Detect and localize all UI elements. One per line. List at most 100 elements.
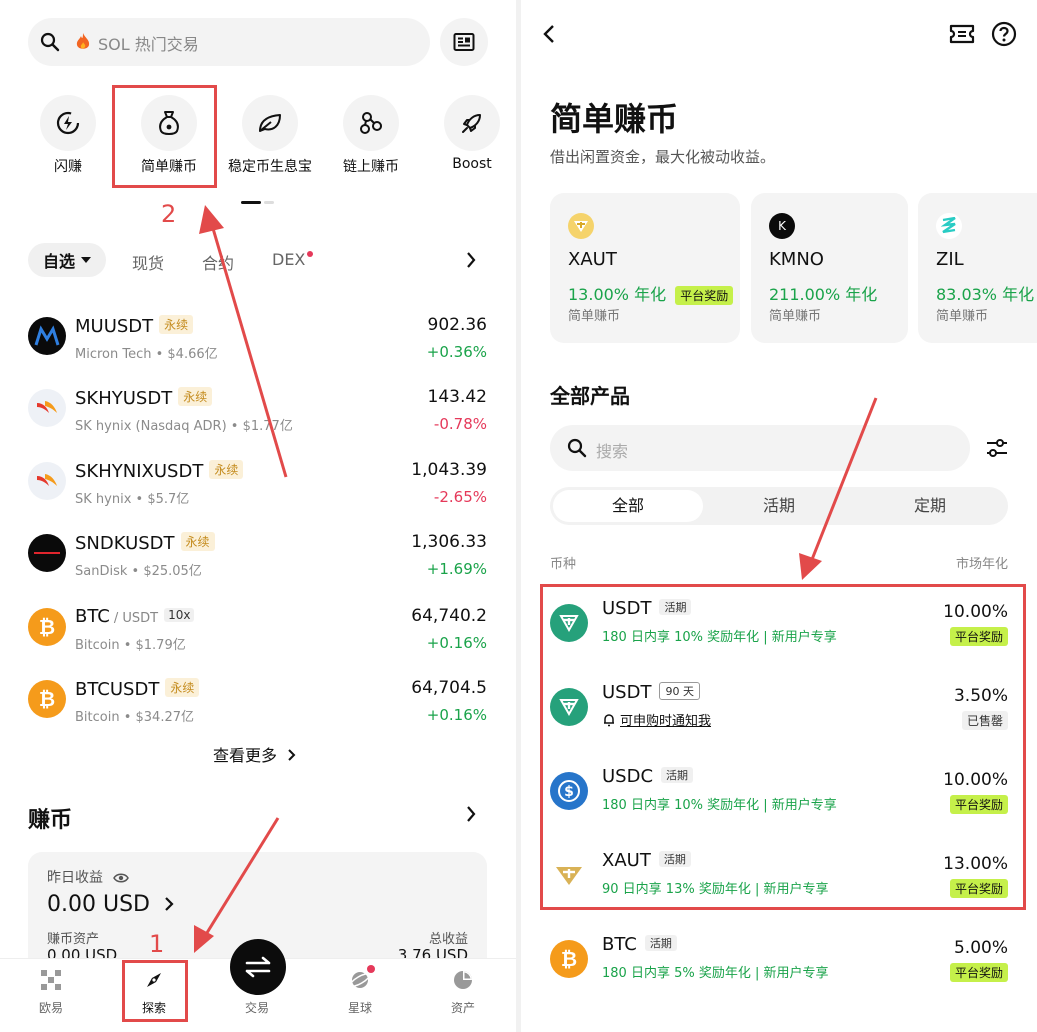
tab-futures[interactable]: 合约 — [202, 250, 234, 274]
filter-sliders-icon[interactable] — [985, 437, 1009, 459]
column-rate: 市场年化 — [955, 557, 1008, 572]
featured-name: XAUT — [568, 249, 617, 270]
quick-action-stablecoin-yield[interactable]: 稳定币生息宝 — [220, 95, 320, 176]
news-button[interactable] — [440, 18, 488, 66]
market-subtitle: SK hynix • $5.7亿 — [75, 492, 190, 507]
nav-planet[interactable]: 星球 — [320, 965, 400, 1016]
market-change: -2.65% — [433, 488, 487, 506]
earn-section-title: 赚币 — [28, 808, 73, 833]
featured-rate: 13.00% 年化 — [568, 285, 667, 304]
rocket-icon — [462, 114, 481, 133]
search-placeholder: SOL 热门交易 — [98, 35, 199, 54]
xaut-logo-icon — [568, 213, 594, 239]
highlight-simple-earn — [112, 85, 217, 188]
featured-type: 简单赚币 — [769, 309, 822, 324]
market-price: 1,306.33 — [411, 532, 487, 552]
bitcoin-logo-icon: ₿ — [28, 608, 66, 646]
segment-all[interactable]: 全部 — [553, 490, 703, 522]
eye-icon[interactable] — [113, 872, 130, 884]
market-symbol: SKHYUSDT — [75, 388, 173, 409]
market-symbol: SKHYNIXUSDT — [75, 461, 204, 482]
market-subtitle: Bitcoin • $1.79亿 — [75, 638, 186, 653]
tab-spot[interactable]: 现货 — [132, 250, 164, 274]
market-symbol: MUUSDT — [75, 316, 154, 337]
bitcoin-logo-icon: ₿ — [550, 940, 588, 978]
nodes-icon — [360, 112, 382, 134]
sk-hynix-logo-icon — [28, 389, 66, 427]
market-price: 64,704.5 — [411, 678, 487, 698]
ticket-icon[interactable] — [949, 23, 975, 45]
chevron-right-icon[interactable] — [466, 806, 476, 822]
platform-reward-badge: 平台奖励 — [949, 963, 1008, 982]
earn-assets-label: 赚币资产 — [47, 932, 100, 947]
page-indicator — [264, 201, 274, 204]
market-change: +0.16% — [426, 634, 487, 652]
tab-dex[interactable]: DEX — [272, 250, 305, 269]
pie-chart-icon — [454, 971, 472, 989]
quick-action-label: 稳定币生息宝 — [228, 159, 312, 175]
product-search-input[interactable]: 搜索 — [550, 425, 970, 471]
nav-okx[interactable]: 欧易 — [11, 967, 91, 1016]
term-tag: 活期 — [644, 935, 677, 951]
planet-notification-dot — [367, 965, 375, 973]
sandisk-logo-icon — [28, 534, 66, 572]
see-more-label: 查看更多 — [213, 746, 278, 765]
featured-name: ZIL — [936, 249, 964, 270]
market-subtitle: Bitcoin • $34.27亿 — [75, 710, 194, 725]
featured-card-kmno[interactable]: K KMNO 211.00% 年化 简单赚币 — [751, 193, 908, 343]
market-row[interactable]: SKHYUSDT 永续 SK hynix (Nasdaq ADR) • $1.77… — [0, 377, 516, 449]
search-input[interactable]: SOL 热门交易 — [28, 18, 430, 66]
perpetual-tag: 永续 — [209, 460, 244, 479]
back-arrow-icon[interactable] — [543, 24, 555, 44]
market-change: +1.69% — [426, 560, 487, 578]
product-type-segment: 全部 活期 定期 — [550, 487, 1008, 525]
quick-action-boost[interactable]: Boost — [422, 95, 516, 172]
quick-action-label: Boost — [452, 156, 492, 172]
chevron-right-icon[interactable] — [466, 252, 476, 268]
market-row[interactable]: SKHYNIXUSDT 永续 SK hynix • $5.7亿 1,043.39 … — [0, 450, 516, 522]
explore-screen: SOL 热门交易 闪赚 简单赚币 稳定币生息宝 链上赚币 Boost 2 自选 … — [0, 0, 516, 1032]
tab-watchlist[interactable]: 自选 — [28, 243, 106, 277]
all-products-title: 全部产品 — [550, 384, 630, 408]
featured-card-xaut[interactable]: XAUT 13.00% 年化 平台奖励 简单赚币 — [550, 193, 740, 343]
product-name: BTC — [602, 934, 637, 955]
chevron-right-icon[interactable] — [165, 897, 174, 911]
yesterday-earnings-value: 0.00 USD — [47, 892, 150, 917]
see-more-button[interactable]: 查看更多 — [213, 742, 296, 766]
quick-action-onchain-earn[interactable]: 链上赚币 — [321, 95, 421, 176]
flash-earn-icon — [56, 111, 80, 135]
newspaper-icon — [453, 33, 475, 51]
caret-down-icon — [81, 257, 91, 263]
simple-earn-screen: 简单赚币 借出闲置资金，最大化被动收益。 XAUT 13.00% 年化 平台奖励… — [521, 0, 1037, 1032]
market-change: +0.16% — [426, 706, 487, 724]
zil-logo-icon — [936, 213, 962, 239]
micron-logo-icon — [28, 317, 66, 355]
perpetual-tag: 永续 — [165, 678, 200, 697]
market-row[interactable]: ₿ BTCUSDT 永续 Bitcoin • $34.27亿 64,704.5 +… — [0, 668, 516, 740]
okx-logo-icon — [41, 970, 61, 990]
tab-watchlist-label: 自选 — [42, 252, 75, 271]
fire-icon — [76, 33, 90, 49]
help-icon[interactable] — [991, 21, 1017, 47]
page-subtitle: 借出闲置资金，最大化被动收益。 — [550, 148, 776, 166]
quick-action-flash-earn[interactable]: 闪赚 — [18, 95, 118, 176]
featured-rate: 83.03% 年化 — [936, 285, 1035, 304]
nav-assets[interactable]: 资产 — [423, 967, 503, 1016]
column-coin: 币种 — [550, 557, 577, 572]
segment-fixed[interactable]: 定期 — [855, 490, 1005, 522]
segment-flexible[interactable]: 活期 — [704, 490, 854, 522]
product-row-btc-flexible[interactable]: ₿ BTC 活期 180 日内享 5% 奖励年化 | 新用户专享 5.00% 平台… — [521, 920, 1037, 1004]
market-row[interactable]: SNDKUSDT 永续 SanDisk • $25.05亿 1,306.33 +1… — [0, 522, 516, 594]
market-row[interactable]: ₿ BTC / USDT 10x Bitcoin • $1.79亿 64,740.2… — [0, 596, 516, 668]
featured-card-zil[interactable]: ZIL 83.03% 年化 简单赚币 — [918, 193, 1037, 343]
market-row[interactable]: MUUSDT 永续 Micron Tech • $4.66亿 902.36 +0.… — [0, 305, 516, 377]
leverage-tag: 10x — [164, 608, 195, 622]
bitcoin-logo-icon: ₿ — [28, 680, 66, 718]
featured-type: 简单赚币 — [568, 309, 621, 324]
quick-action-label: 闪赚 — [54, 159, 82, 175]
market-subtitle: Micron Tech • $4.66亿 — [75, 347, 218, 362]
trade-button[interactable] — [230, 939, 286, 995]
swap-icon — [245, 956, 271, 978]
dex-notification-dot — [307, 251, 313, 257]
product-rate: 5.00% — [953, 938, 1008, 958]
